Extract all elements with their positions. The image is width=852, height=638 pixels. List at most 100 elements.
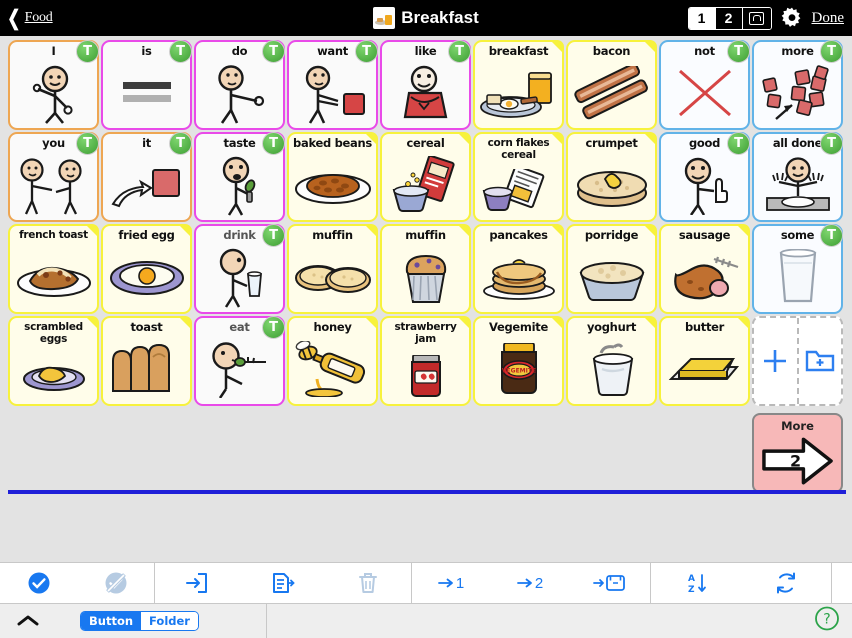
toolbar-group-arrange: A Z [651,563,832,603]
grid-button-toast[interactable]: toast [101,316,192,406]
back-chevron-icon: ❮ [7,6,21,30]
grid-button-pancakes[interactable]: pancakes [473,224,564,314]
text-badge: T [727,132,750,155]
send-to-page-2-button[interactable]: 2 [490,563,570,603]
grid-button-honey[interactable]: honey [287,316,378,406]
chevron-up-icon [17,615,39,626]
add-button-cell[interactable] [752,316,843,406]
send-to-store-button[interactable] [570,563,650,603]
deselect-all-button[interactable] [78,563,154,603]
grid-button-not[interactable]: not T [659,40,750,130]
button-label: butter [684,320,725,334]
send-to-page-1-label: 1 [455,574,465,592]
person-heart-hug-icon [382,59,469,126]
top-bar: ❮ Food Breakfast 1 2 Done [0,0,852,36]
gear-icon[interactable] [780,6,804,30]
grid-button-bacon[interactable]: bacon [566,40,657,130]
button-folder-toggle[interactable]: Button Folder [80,611,199,631]
collapse-panel-button[interactable] [0,614,56,628]
french-toast-plate-icon [10,243,97,310]
done-button[interactable]: Done [812,10,847,27]
grid-button-like[interactable]: like T [380,40,471,130]
grid-button-taste[interactable]: taste T [194,132,285,222]
copy-button[interactable] [239,563,325,603]
english-muffin-halves-icon [289,243,376,310]
grid-button-baked-beans[interactable]: baked beans [287,132,378,222]
person-thumbs-up-icon [661,151,748,218]
grid-button-muffin-english[interactable]: muffin [287,224,378,314]
back-to-food-link[interactable]: ❮ Food [0,6,53,30]
grid-button-butter[interactable]: butter [659,316,750,406]
delete-button[interactable] [325,563,411,603]
copy-icon [272,573,295,593]
more-button-page-number: 2 [790,451,802,471]
add-button-half[interactable] [754,318,799,404]
sort-alphabetical-button[interactable]: A Z [651,563,741,603]
button-label: toast [130,320,163,334]
person-reaching-icon [196,59,283,126]
move-into-icon [185,573,207,593]
grid-button-you[interactable]: you T [8,132,99,222]
grid-button-vegemite[interactable]: Vegemite VEGEMITE [473,316,564,406]
toggle-folder-option[interactable]: Folder [141,612,198,630]
divider-line [8,490,846,494]
grid-button-it[interactable]: it T [101,132,192,222]
grid-button-drink[interactable]: drink T [194,224,285,314]
button-label: Vegemite [489,320,548,334]
person-eating-fork-icon [196,335,283,402]
grid-button-crumpet[interactable]: crumpet [566,132,657,222]
grid-button-cereal[interactable]: cereal [380,132,471,222]
grid-button-is[interactable]: is T [101,40,192,130]
grid-button-some[interactable]: some T [752,224,843,314]
text-badge: T [448,40,471,63]
page-selector[interactable]: 1 2 [687,6,772,30]
plate-of-beans-icon [289,151,376,218]
toolbar-group-swap [832,563,852,603]
grid-button-porridge[interactable]: porridge [566,224,657,314]
grid-button-breakfast[interactable]: breakfast [473,40,564,130]
grid-button-strawberry-jam[interactable]: strawberry jam [380,316,471,406]
refresh-button[interactable] [741,563,831,603]
grid-button-corn-flakes-cereal[interactable]: corn flakes cereal [473,132,564,222]
arrow-to-icon [516,578,532,588]
more-page-button[interactable]: More 2 [752,413,843,493]
help-button[interactable]: ? [814,606,840,637]
move-button[interactable] [155,563,239,603]
edit-toolbar: 1 2 A Z [0,562,852,604]
grid-button-i[interactable]: I T [8,40,99,130]
button-label: pancakes [489,228,548,242]
breakfast-plate-icon [373,7,396,29]
crumpet-butter-icon [568,151,655,218]
select-all-button[interactable] [0,563,78,603]
swap-button[interactable] [832,563,852,603]
button-label: strawberry jam [394,321,457,345]
page-2-button[interactable]: 2 [715,7,743,29]
text-badge: T [820,40,843,63]
button-label: baked beans [293,136,372,150]
grid-button-yoghurt[interactable]: yoghurt [566,316,657,406]
grid-row: french toast fried egg drink T muffin mu… [8,224,846,314]
grid-button-scrambled-eggs[interactable]: scrambled eggs [8,316,99,406]
text-badge: T [169,132,192,155]
text-badge: T [76,132,99,155]
toggle-button-option[interactable]: Button [81,612,142,630]
grid-button-eat[interactable]: eat T [194,316,285,406]
add-folder-half[interactable] [799,318,842,404]
text-badge: T [820,224,843,247]
grid-button-french-toast[interactable]: french toast [8,224,99,314]
button-label: honey [313,320,352,334]
grid-button-all-done[interactable]: all done T [752,132,843,222]
page-1-button[interactable]: 1 [688,7,716,29]
grid-button-more[interactable]: more T [752,40,843,130]
grid-button-muffin-blueberry[interactable]: muffin [380,224,471,314]
grid-button-good[interactable]: good T [659,132,750,222]
send-to-page-1-button[interactable]: 1 [412,563,490,603]
grid-button-want[interactable]: want T [287,40,378,130]
grid-button-sausage[interactable]: sausage [659,224,750,314]
grid-button-fried-egg[interactable]: fried egg [101,224,192,314]
sort-az-icon: A Z [688,574,706,595]
scrambled-eggs-plate-icon [10,350,97,402]
lock-icon [749,11,764,25]
grid-button-do[interactable]: do T [194,40,285,130]
lock-button[interactable] [742,7,771,29]
